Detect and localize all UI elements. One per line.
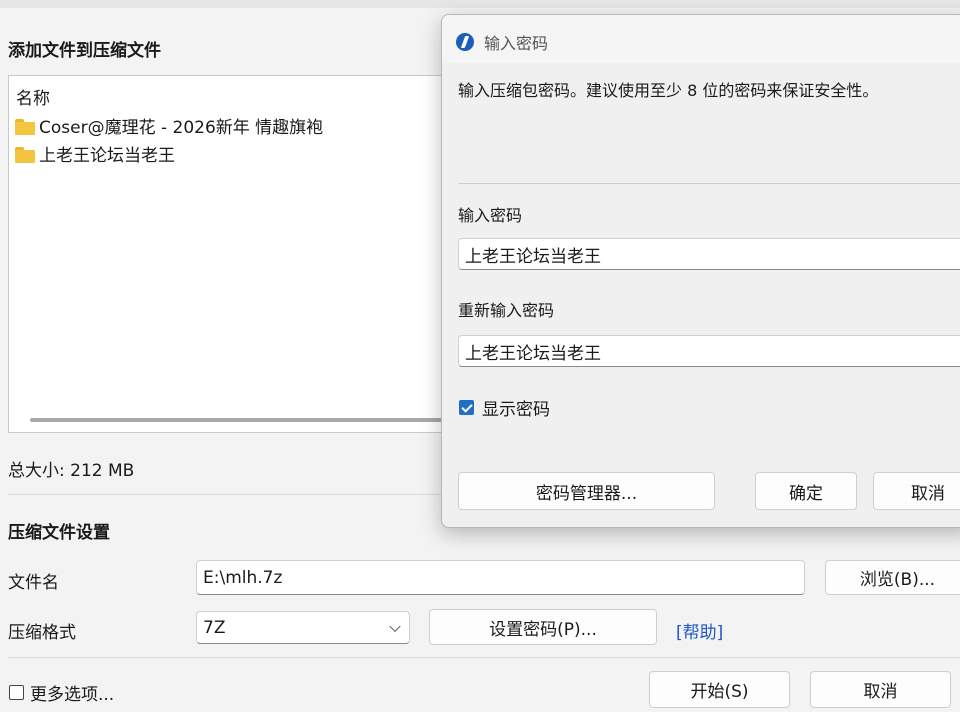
password-input[interactable]: 上老王论坛当老王 <box>458 238 960 270</box>
filename-input[interactable]: E:\mlh.7z <box>196 560 805 595</box>
password-dialog: 输入密码 输入压缩包密码。建议使用至少 8 位的密码来保证安全性。 输入密码 上… <box>441 14 960 528</box>
list-item[interactable]: Coser@魔理花 - 2026新年 情趣旗袍 <box>15 113 323 138</box>
browse-button[interactable]: 浏览(B)... <box>825 560 960 595</box>
list-item[interactable]: 上老王论坛当老王 <box>15 141 175 166</box>
cancel-button-label: 取消 <box>863 682 898 702</box>
help-link[interactable]: [帮助] <box>676 618 723 643</box>
app-icon <box>456 33 474 51</box>
checkbox-checked-icon <box>459 400 474 415</box>
start-button-label: 开始(S) <box>690 682 749 702</box>
confirm-password-label: 重新输入密码 <box>458 301 555 320</box>
set-password-button-label: 设置密码(P)... <box>489 619 597 640</box>
password-value: 上老王论坛当老王 <box>465 246 601 267</box>
total-size: 总大小: 212 MB <box>8 461 135 481</box>
show-password-checkbox[interactable]: 显示密码 <box>459 395 550 420</box>
set-password-button[interactable]: 设置密码(P)... <box>429 609 657 645</box>
chevron-down-icon <box>389 620 401 632</box>
list-item-label: Coser@魔理花 - 2026新年 情趣旗袍 <box>39 118 324 138</box>
cancel-button[interactable]: 取消 <box>810 671 951 708</box>
browse-button-label: 浏览(B)... <box>859 570 936 590</box>
start-button[interactable]: 开始(S) <box>649 671 790 708</box>
format-value: 7Z <box>203 617 226 638</box>
dialog-cancel-button[interactable]: 取消 <box>873 472 960 510</box>
dialog-title-text: 输入密码 <box>484 34 549 53</box>
format-select[interactable]: 7Z <box>196 611 410 644</box>
password-manager-button[interactable]: 密码管理器... <box>458 472 715 510</box>
folder-icon <box>15 118 35 135</box>
window-title-strip <box>0 0 960 8</box>
folder-icon <box>15 146 35 163</box>
checkbox-icon <box>9 685 24 700</box>
divider <box>458 183 960 184</box>
ok-button-label: 确定 <box>789 483 823 504</box>
filename-label: 文件名 <box>8 573 59 593</box>
filename-value: E:\mlh.7z <box>203 567 283 588</box>
more-options-checkbox[interactable]: 更多选项... <box>9 680 114 705</box>
settings-title: 压缩文件设置 <box>8 523 110 543</box>
list-header-name[interactable]: 名称 <box>16 84 50 109</box>
section-add-title: 添加文件到压缩文件 <box>8 41 161 61</box>
confirm-password-input[interactable]: 上老王论坛当老王 <box>458 335 960 367</box>
ok-button[interactable]: 确定 <box>755 472 857 510</box>
more-options-label: 更多选项... <box>30 685 115 705</box>
confirm-password-value: 上老王论坛当老王 <box>465 343 601 364</box>
show-password-label: 显示密码 <box>482 400 550 420</box>
password-label: 输入密码 <box>458 206 523 225</box>
format-label: 压缩格式 <box>8 623 76 643</box>
dialog-title: 输入密码 <box>456 30 548 54</box>
divider <box>8 657 960 658</box>
dialog-cancel-button-label: 取消 <box>911 483 945 504</box>
list-item-label: 上老王论坛当老王 <box>39 146 175 166</box>
password-manager-button-label: 密码管理器... <box>535 483 638 504</box>
horizontal-scrollbar[interactable] <box>30 418 450 422</box>
dialog-description: 输入压缩包密码。建议使用至少 8 位的密码来保证安全性。 <box>458 81 879 100</box>
